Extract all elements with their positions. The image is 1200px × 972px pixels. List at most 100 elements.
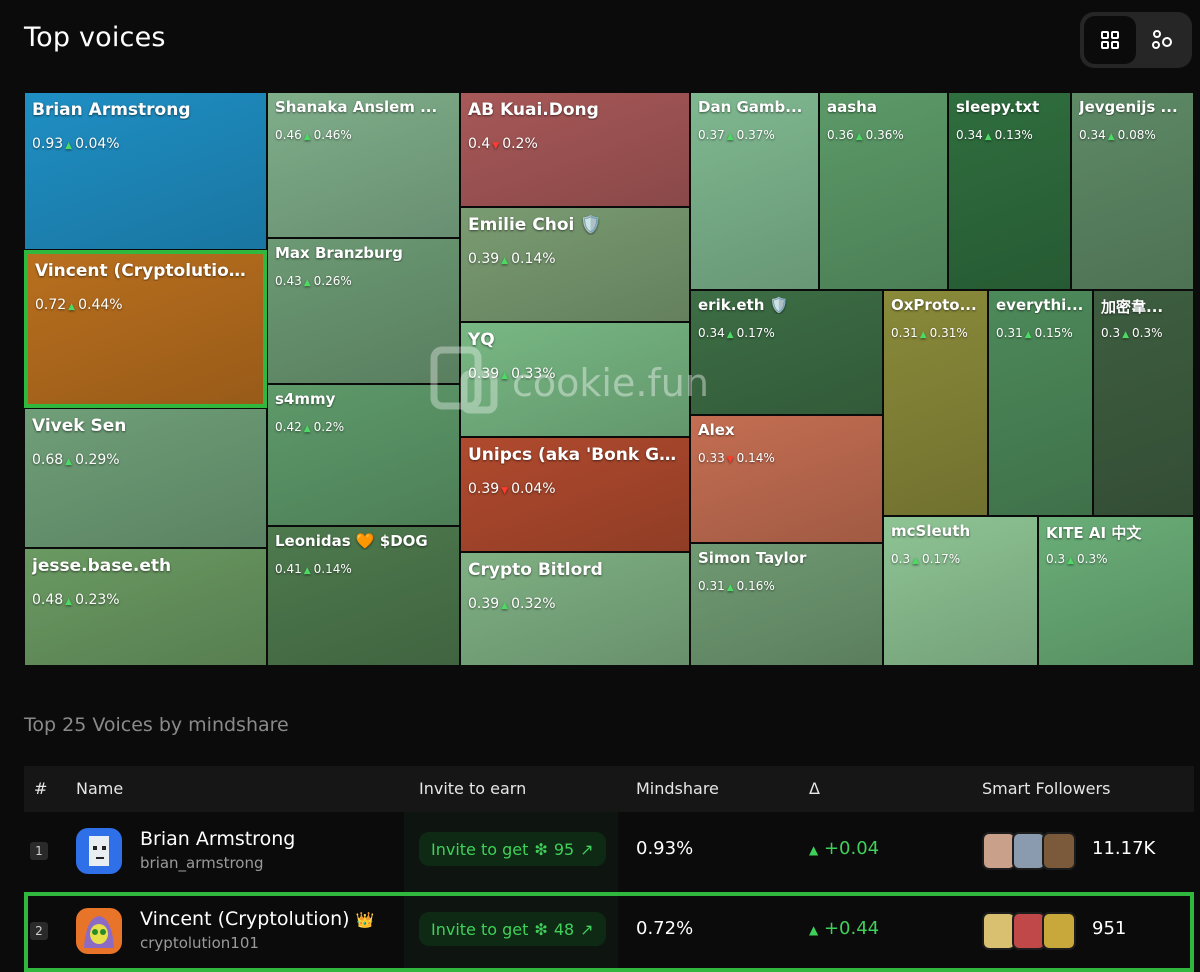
treemap-tile[interactable]: Shanaka Anslem ... 0.46 ▲ 0.46% [267, 92, 460, 238]
avatar [1042, 912, 1076, 950]
treemap-tile[interactable]: Simon Taylor 0.31 ▲ 0.16% [690, 543, 883, 666]
treemap-tile[interactable]: erik.eth 🛡️ 0.34 ▲ 0.17% [690, 290, 883, 415]
tile-change: 0.14% [511, 251, 556, 267]
avatar [1012, 912, 1046, 950]
tile-change: 0.33% [511, 366, 556, 382]
invite-amount: 48 [553, 919, 575, 939]
treemap-tile[interactable]: Emilie Choi 🛡️ 0.39 ▲ 0.14% [460, 207, 690, 322]
tile-score: 0.3 [1046, 552, 1066, 566]
tile-change: 0.26% [313, 274, 352, 288]
treemap-tile[interactable]: 加密韋... 0.3 ▲ 0.3% [1093, 290, 1194, 516]
tile-score: 0.33 [698, 451, 725, 465]
tile-name: AB Kuai.Dong [468, 100, 599, 120]
table-row[interactable]: 2 Vincent (Cryptolution) 👑 cryptolution1… [24, 892, 1194, 972]
tile-score: 0.39 [468, 596, 500, 612]
invite-label: Invite to get [431, 919, 529, 939]
invite-button[interactable]: Invite to get ❇ 95 ↗ [419, 832, 606, 866]
tile-stats: 0.72 ▲ 0.44% [35, 297, 123, 313]
triangle-down-icon: ▼ [726, 455, 734, 465]
tile-name: jesse.base.eth [32, 556, 172, 576]
triangle-up-icon: ▲ [65, 141, 73, 151]
invite-button[interactable]: Invite to get ❇ 48 ↗ [419, 912, 606, 946]
treemap-tile[interactable]: Alex 0.33 ▼ 0.14% [690, 415, 883, 543]
treemap-tile[interactable]: KITE AI 中文 0.3 ▲ 0.3% [1038, 516, 1194, 666]
treemap-tile[interactable]: Jevgenijs ... 0.34 ▲ 0.08% [1071, 92, 1194, 290]
tile-change: 0.04% [511, 481, 556, 497]
table-row[interactable]: 1 Brian Armstrong brian_armstrong Invite… [24, 812, 1194, 892]
treemap-tile[interactable]: Vivek Sen 0.68 ▲ 0.29% [24, 408, 267, 548]
voices-treemap: Brian Armstrong 0.93 ▲ 0.04% Vincent (Crypto… [24, 92, 1194, 666]
treemap-tile[interactable]: YQ 0.39 ▲ 0.33% [460, 322, 690, 437]
treemap-tile[interactable]: Leonidas 🧡 $DOG 0.41 ▲ 0.14% [267, 526, 460, 666]
smart-follower-avatars [982, 832, 1076, 870]
treemap-tile[interactable]: Dan Gamb... 0.37 ▲ 0.37% [690, 92, 819, 290]
avatar [982, 832, 1016, 870]
treemap-tile[interactable]: everythi... 0.31 ▲ 0.15% [988, 290, 1093, 516]
delta-value: ▲ +0.04 [809, 838, 879, 859]
delta-text: +0.44 [823, 918, 880, 939]
triangle-up-icon: ▲ [1107, 132, 1115, 142]
tile-stats: 0.43 ▲ 0.26% [275, 274, 352, 288]
treemap-tile[interactable]: sleepy.txt 0.34 ▲ 0.13% [948, 92, 1071, 290]
treemap-tile[interactable]: OxProto... 0.31 ▲ 0.31% [883, 290, 988, 516]
triangle-up-icon: ▲ [809, 843, 819, 857]
triangle-up-icon: ▲ [809, 923, 819, 937]
treemap-tile[interactable]: mcSleuth 0.3 ▲ 0.17% [883, 516, 1038, 666]
tile-change: 0.2% [502, 136, 538, 152]
user-name[interactable]: Brian Armstrong [140, 828, 295, 850]
tile-score: 0.42 [275, 420, 302, 434]
nodes-icon [1152, 30, 1172, 49]
tile-stats: 0.34 ▲ 0.08% [1079, 128, 1156, 142]
tile-name: Max Branzburg [275, 244, 403, 262]
tile-score: 0.39 [468, 366, 500, 382]
tile-change: 0.29% [75, 452, 120, 468]
tile-change: 0.15% [1034, 326, 1073, 340]
delta-text: +0.04 [823, 838, 880, 859]
tile-name: everythi... [996, 296, 1084, 314]
tile-image [1072, 93, 1193, 289]
tile-change: 0.23% [75, 592, 120, 608]
tile-name: Jevgenijs ... [1079, 98, 1178, 116]
tile-score: 0.93 [32, 136, 64, 152]
column-header-delta[interactable]: Δ [809, 779, 820, 798]
treemap-tile[interactable]: jesse.base.eth 0.48 ▲ 0.23% [24, 548, 267, 666]
avatar [76, 828, 122, 874]
tile-change: 0.44% [78, 297, 123, 313]
treemap-tile[interactable]: aasha 0.36 ▲ 0.36% [819, 92, 948, 290]
treemap-tile[interactable]: Unipcs (aka 'Bonk Gu... 0.39 ▼ 0.04% [460, 437, 690, 552]
tile-stats: 0.3 ▲ 0.3% [1046, 552, 1108, 566]
treemap-tile[interactable]: s4mmy 0.42 ▲ 0.2% [267, 384, 460, 526]
view-toggle[interactable] [1080, 12, 1192, 68]
triangle-up-icon: ▲ [912, 556, 920, 566]
graph-view-button[interactable] [1136, 16, 1188, 64]
tile-image [949, 93, 1070, 289]
column-header-mindshare[interactable]: Mindshare [636, 779, 719, 798]
treemap-tile[interactable]: AB Kuai.Dong 0.4 ▼ 0.2% [460, 92, 690, 207]
tile-stats: 0.4 ▼ 0.2% [468, 136, 538, 152]
column-header-smart-followers[interactable]: Smart Followers [982, 779, 1110, 798]
treemap-tile[interactable]: Vincent (Cryptolution)... 0.72 ▲ 0.44% [24, 250, 267, 408]
tile-score: 0.34 [1079, 128, 1106, 142]
triangle-up-icon: ▲ [303, 424, 311, 434]
smart-follower-avatars [982, 912, 1076, 950]
tile-stats: 0.42 ▲ 0.2% [275, 420, 344, 434]
tile-name: Simon Taylor [698, 549, 807, 567]
treemap-tile[interactable]: Brian Armstrong 0.93 ▲ 0.04% [24, 92, 267, 250]
triangle-up-icon: ▲ [501, 256, 509, 266]
tile-score: 0.31 [698, 579, 725, 593]
triangle-down-icon: ▼ [501, 486, 509, 496]
grid-icon [1101, 31, 1119, 49]
user-name[interactable]: Vincent (Cryptolution) 👑 [140, 908, 374, 930]
tile-score: 0.72 [35, 297, 67, 313]
triangle-up-icon: ▲ [855, 132, 863, 142]
tile-score: 0.37 [698, 128, 725, 142]
treemap-tile[interactable]: Max Branzburg 0.43 ▲ 0.26% [267, 238, 460, 384]
tile-change: 0.17% [736, 326, 775, 340]
tile-stats: 0.31 ▲ 0.15% [996, 326, 1073, 340]
cookie-icon: ❇ [534, 919, 548, 939]
grid-view-button[interactable] [1084, 16, 1136, 64]
tile-change: 0.36% [865, 128, 904, 142]
treemap-tile[interactable]: Crypto Bitlord 0.39 ▲ 0.32% [460, 552, 690, 666]
tile-name: Leonidas 🧡 $DOG [275, 532, 428, 550]
tile-stats: 0.41 ▲ 0.14% [275, 562, 352, 576]
